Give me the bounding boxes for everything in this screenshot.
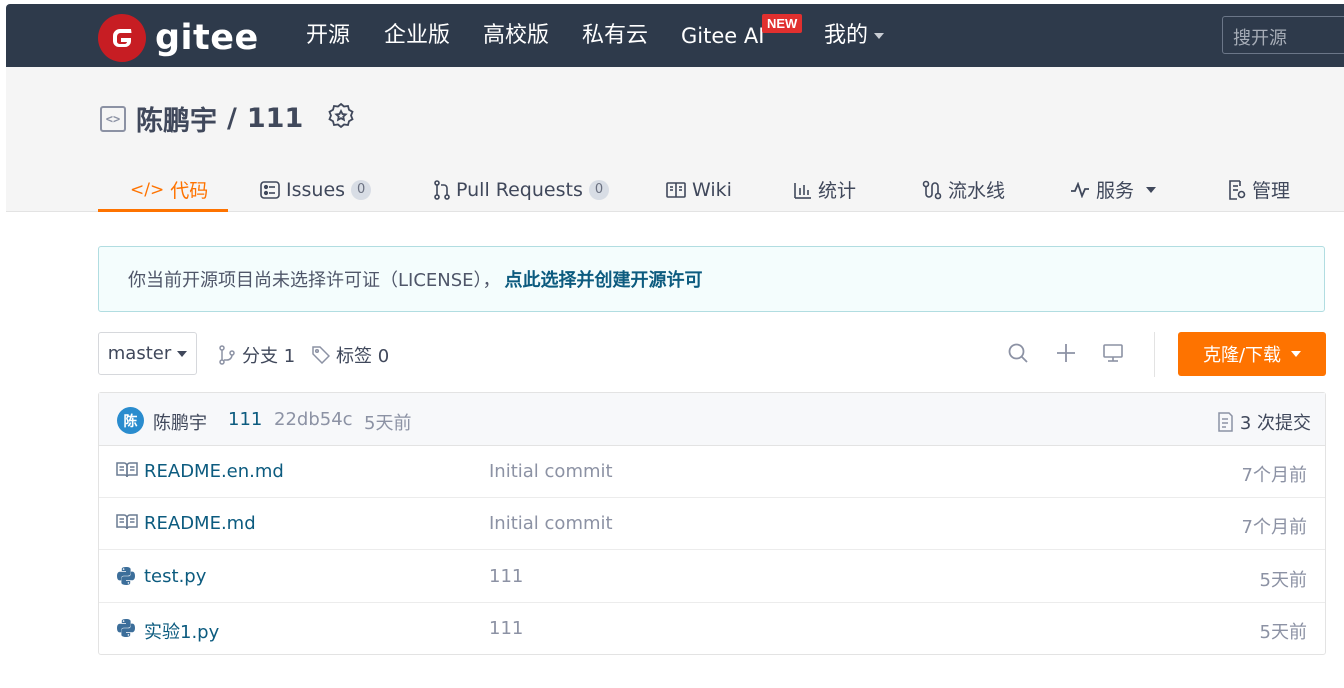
tab-code[interactable]: </> 代码 <box>130 167 208 212</box>
file-name-link[interactable]: README.en.md <box>144 461 284 482</box>
search-input[interactable]: 搜开源 <box>1222 16 1344 54</box>
gitee-logo-icon <box>98 14 146 62</box>
python-icon <box>116 566 136 591</box>
repo-header: <> 陈鹏宇 / 111 </> 代码 Issues 0 Pull Reques… <box>6 67 1344 212</box>
web-ide-icon[interactable] <box>1102 342 1124 369</box>
file-name-link[interactable]: 实验1.py <box>144 618 219 644</box>
table-row[interactable]: test.py 111 5天前 <box>99 551 1325 603</box>
file-name-link[interactable]: test.py <box>144 566 206 587</box>
repo-separator: / <box>227 103 237 134</box>
nav-item-mine[interactable]: 我的 <box>824 22 885 50</box>
tab-pull-requests-label: Pull Requests <box>456 178 583 201</box>
service-icon <box>1071 181 1089 198</box>
table-row[interactable]: README.en.md Initial commit 7个月前 <box>99 446 1325 498</box>
file-commit-time: 5天前 <box>1259 570 1307 591</box>
python-icon <box>116 618 136 643</box>
commit-hash[interactable]: 22db54c <box>274 409 353 430</box>
wiki-icon <box>666 181 686 198</box>
tab-code-label: 代码 <box>170 180 209 202</box>
pull-requests-count-badge: 0 <box>588 179 610 200</box>
file-list: 陈 陈鹏宇 111 22db54c 5天前 3 次提交 README.en.md… <box>98 392 1326 655</box>
new-badge: NEW <box>762 14 803 33</box>
pull-request-icon <box>434 179 450 200</box>
tag-icon <box>312 346 330 364</box>
branches-label: 分支 1 <box>242 346 296 367</box>
repo-name[interactable]: 111 <box>247 103 303 134</box>
repo-owner[interactable]: 陈鹏宇 <box>136 99 217 138</box>
add-icon[interactable] <box>1055 342 1077 369</box>
chevron-down-icon <box>1146 186 1157 193</box>
tab-service[interactable]: 服务 <box>1070 167 1157 212</box>
stats-icon <box>794 182 811 199</box>
commits-icon <box>1218 412 1233 432</box>
branch-select[interactable]: master <box>98 332 197 375</box>
clone-download-button[interactable]: 克隆/下载 <box>1178 332 1326 376</box>
logo-text: gitee <box>155 18 259 58</box>
active-tab-indicator <box>98 209 228 212</box>
toolbar-divider <box>1154 332 1155 377</box>
markdown-icon <box>116 513 138 536</box>
tags-link[interactable]: 标签 0 <box>312 342 389 368</box>
file-commit-message[interactable]: 111 <box>489 566 523 587</box>
nav-item-enterprise[interactable]: 企业版 <box>384 22 450 50</box>
table-row[interactable]: 实验1.py 111 5天前 <box>99 603 1325 655</box>
manage-icon <box>1229 179 1246 200</box>
file-commit-time: 5天前 <box>1259 622 1307 643</box>
latest-commit-bar: 陈 陈鹏宇 111 22db54c 5天前 3 次提交 <box>99 393 1325 446</box>
nav-item-private-cloud[interactable]: 私有云 <box>582 22 648 50</box>
tab-issues[interactable]: Issues 0 <box>260 167 372 212</box>
file-commit-message[interactable]: Initial commit <box>489 461 613 482</box>
tab-pipeline-label: 流水线 <box>948 180 1006 202</box>
markdown-icon <box>116 461 138 484</box>
tab-wiki[interactable]: Wiki <box>666 167 732 212</box>
nav-item-mine-label: 我的 <box>824 23 869 48</box>
file-commit-time: 7个月前 <box>1241 517 1307 538</box>
tab-service-label: 服务 <box>1096 180 1135 202</box>
gitee-logo[interactable]: gitee <box>98 14 259 62</box>
file-commit-time: 7个月前 <box>1241 465 1307 486</box>
tab-pull-requests[interactable]: Pull Requests 0 <box>434 167 610 212</box>
branch-icon <box>219 345 235 365</box>
pipeline-icon <box>922 180 942 199</box>
top-navbar: gitee 开源 企业版 高校版 私有云 Gitee AI NEW 我的 搜开源 <box>6 4 1344 67</box>
award-icon[interactable] <box>327 102 355 135</box>
commit-author[interactable]: 陈鹏宇 <box>153 409 207 435</box>
file-commit-message[interactable]: Initial commit <box>489 513 613 534</box>
issues-icon <box>260 180 280 199</box>
commits-count-label: 3 次提交 <box>1239 413 1311 434</box>
avatar[interactable]: 陈 <box>117 407 144 434</box>
tab-issues-label: Issues <box>286 178 346 201</box>
tab-wiki-label: Wiki <box>692 178 732 201</box>
tab-manage[interactable]: 管理 <box>1228 167 1290 212</box>
tags-label: 标签 0 <box>336 346 390 367</box>
nav-item-open-source[interactable]: 开源 <box>306 22 350 50</box>
search-icon[interactable] <box>1007 342 1029 369</box>
license-message: 你当前开源项目尚未选择许可证（LICENSE）， <box>128 270 501 291</box>
branches-link[interactable]: 分支 1 <box>218 342 295 368</box>
file-name-link[interactable]: README.md <box>144 513 256 534</box>
commit-time: 5天前 <box>364 413 412 434</box>
clone-download-label: 克隆/下载 <box>1202 345 1282 366</box>
commit-message[interactable]: 111 <box>228 409 262 430</box>
issues-count-badge: 0 <box>351 179 372 200</box>
commits-link[interactable]: 3 次提交 <box>1217 409 1311 435</box>
file-commit-message[interactable]: 111 <box>489 618 523 639</box>
repo-title: <> 陈鹏宇 / 111 <box>100 99 355 138</box>
branch-select-label: master <box>107 343 172 364</box>
nav-item-education[interactable]: 高校版 <box>483 22 549 50</box>
repo-code-icon: <> <box>100 105 126 132</box>
repo-tabs: </> 代码 Issues 0 Pull Requests 0 Wiki 统计 … <box>6 167 1344 212</box>
nav-item-gitee-ai[interactable]: Gitee AI <box>681 22 764 50</box>
tab-stats-label: 统计 <box>818 180 857 202</box>
license-banner: 你当前开源项目尚未选择许可证（LICENSE）， 点此选择并创建开源许可 <box>98 246 1325 312</box>
tab-stats[interactable]: 统计 <box>794 167 856 212</box>
create-license-link[interactable]: 点此选择并创建开源许可 <box>505 266 703 292</box>
chevron-down-icon <box>177 350 188 357</box>
code-icon: </> <box>130 179 165 200</box>
table-row[interactable]: README.md Initial commit 7个月前 <box>99 498 1325 550</box>
tab-pipeline[interactable]: 流水线 <box>922 167 1005 212</box>
tab-manage-label: 管理 <box>1252 180 1291 202</box>
chevron-down-icon <box>1291 351 1302 357</box>
chevron-down-icon <box>874 33 885 39</box>
